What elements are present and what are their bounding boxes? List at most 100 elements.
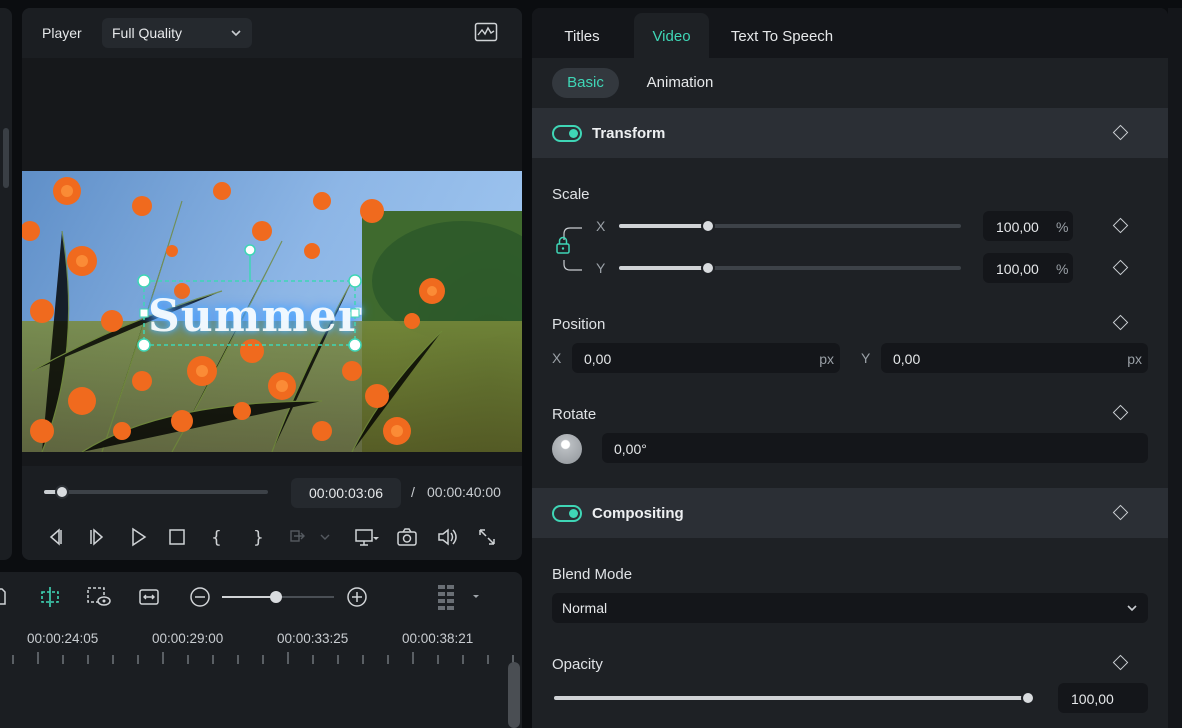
tab-text-to-speech[interactable]: Text To Speech [726, 13, 838, 58]
video-frame: Summer [22, 171, 522, 452]
scale-x-slider-fill [619, 224, 708, 228]
scale-x-slider-handle[interactable] [701, 219, 715, 233]
scale-y-input[interactable]: 100,00 % [983, 253, 1073, 283]
subtab-basic[interactable]: Basic [552, 68, 619, 98]
zoom-slider-fill [222, 596, 276, 598]
fullscreen-icon[interactable] [476, 526, 498, 548]
selection-box[interactable] [22, 171, 522, 452]
position-y-value: 0,00 [893, 351, 921, 367]
camera-icon[interactable] [396, 526, 418, 548]
timeline-scrollbar[interactable] [508, 662, 520, 728]
scale-y-unit: % [1056, 261, 1069, 277]
total-time: 00:00:40:00 [427, 484, 501, 500]
quality-value: Full Quality [112, 25, 183, 41]
position-y-input[interactable]: 0,00 px [881, 343, 1148, 373]
keyframe-icon[interactable] [1112, 124, 1129, 141]
fit-timeline-icon[interactable] [138, 586, 160, 608]
opacity-value: 100,00 [1071, 691, 1114, 707]
compositing-section-header[interactable]: Compositing [532, 488, 1168, 538]
tab-titles[interactable]: Titles [546, 13, 618, 58]
subtabs: Basic Animation [532, 58, 1168, 108]
transform-toggle[interactable] [552, 125, 582, 142]
chevron-down-icon [231, 30, 241, 37]
zoom-slider-handle[interactable] [270, 591, 282, 603]
track-layout-icon[interactable] [436, 583, 458, 611]
opacity-input[interactable]: 100,00 [1058, 683, 1148, 713]
left-panel-scrollbar[interactable] [3, 128, 9, 188]
previous-frame-icon[interactable] [44, 526, 66, 548]
quality-dropdown[interactable]: Full Quality [102, 18, 252, 48]
time-separator: / [411, 484, 415, 500]
blend-mode-dropdown[interactable]: Normal [552, 593, 1148, 623]
zoom-in-icon[interactable] [346, 586, 368, 608]
compositing-title: Compositing [592, 505, 684, 522]
properties-tabs: Titles Video Text To Speech [532, 8, 1168, 58]
properties-scrollbar[interactable] [1168, 8, 1182, 728]
current-time-field[interactable]: 00:00:03:06 [291, 478, 401, 508]
mark-out-icon[interactable]: } [246, 526, 268, 548]
caret-down-icon[interactable] [470, 592, 482, 602]
left-panel-edge [0, 8, 12, 560]
preview-render-icon[interactable] [86, 585, 112, 609]
rotate-label: Rotate [552, 406, 597, 423]
next-frame-icon[interactable] [86, 526, 108, 548]
timeline-ruler[interactable] [0, 652, 522, 666]
scale-x-axis: X [596, 218, 606, 234]
tab-video[interactable]: Video [634, 13, 709, 58]
zoom-out-icon[interactable] [189, 586, 211, 608]
scale-y-slider-fill [619, 266, 708, 270]
timeline-panel: 00:00:24:05 00:00:29:00 00:00:33:25 00:0… [0, 572, 522, 728]
opacity-slider-handle[interactable] [1021, 691, 1035, 705]
image-preview-icon[interactable] [474, 22, 498, 42]
position-x-axis: X [552, 350, 562, 366]
svg-text:}: } [253, 528, 264, 548]
svg-text:{: { [211, 528, 222, 548]
keyframe-icon[interactable] [1112, 654, 1129, 671]
marker-icon[interactable] [0, 586, 8, 608]
rotate-value: 0,00° [614, 441, 647, 457]
display-settings-icon[interactable] [354, 526, 380, 548]
subtab-animation[interactable]: Animation [637, 68, 723, 98]
scrub-handle[interactable] [55, 485, 69, 499]
timeline-toolbar [0, 572, 522, 622]
properties-panel: Titles Video Text To Speech Basic Animat… [532, 8, 1168, 728]
transform-title: Transform [592, 125, 666, 142]
mark-in-icon[interactable]: { [205, 526, 227, 548]
time-tick: 00:00:33:25 [277, 631, 349, 646]
opacity-slider-fill [554, 696, 1028, 700]
position-x-input[interactable]: 0,00 px [572, 343, 840, 373]
volume-icon[interactable] [436, 526, 458, 548]
stop-icon[interactable] [166, 526, 188, 548]
compositing-toggle[interactable] [552, 505, 582, 522]
position-x-unit: px [819, 351, 834, 367]
time-tick: 00:00:38:21 [402, 631, 474, 646]
snap-icon[interactable] [38, 585, 62, 609]
time-tick: 00:00:24:05 [27, 631, 99, 646]
rotate-input[interactable]: 0,00° [602, 433, 1148, 463]
chevron-down-icon[interactable] [318, 526, 332, 548]
scale-x-input[interactable]: 100,00 % [983, 211, 1073, 241]
transform-section-header[interactable]: Transform [532, 108, 1168, 158]
player-label: Player [42, 25, 82, 41]
link-lock-icon[interactable] [552, 220, 584, 276]
scale-y-value: 100,00 [996, 261, 1039, 277]
position-y-unit: px [1127, 351, 1142, 367]
scale-x-unit: % [1056, 219, 1069, 235]
chevron-down-icon [1127, 605, 1137, 612]
player-controls: 00:00:03:06 / 00:00:40:00 { } [22, 466, 522, 560]
keyframe-icon[interactable] [1112, 259, 1129, 276]
rotate-dial[interactable] [552, 434, 582, 464]
play-icon[interactable] [127, 526, 149, 548]
insert-clip-icon[interactable] [286, 526, 308, 548]
keyframe-icon[interactable] [1112, 314, 1129, 331]
keyframe-icon[interactable] [1112, 504, 1129, 521]
scale-y-slider-handle[interactable] [701, 261, 715, 275]
scale-y-axis: Y [596, 260, 606, 276]
keyframe-icon[interactable] [1112, 404, 1129, 421]
keyframe-icon[interactable] [1112, 217, 1129, 234]
blend-mode-label: Blend Mode [552, 566, 633, 583]
scale-label: Scale [552, 186, 590, 203]
preview-area: Summer [22, 58, 522, 466]
player-header: Player Full Quality [22, 8, 522, 58]
scrub-track[interactable] [44, 490, 268, 494]
